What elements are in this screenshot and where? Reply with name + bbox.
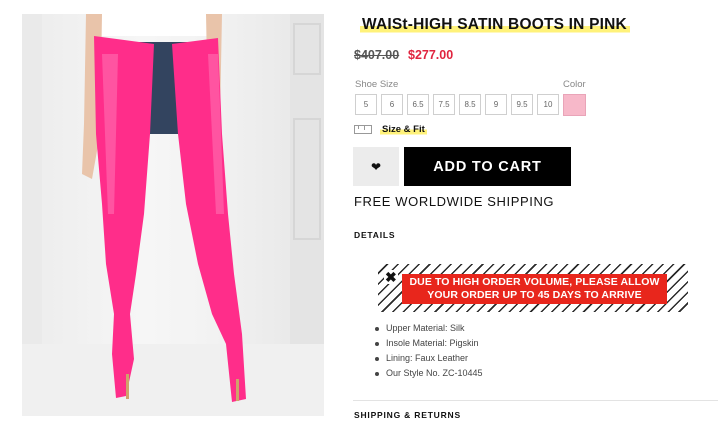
shoe-size-label: Shoe Size: [355, 79, 399, 90]
ruler-icon: [354, 125, 372, 134]
notice-line-2: YOUR ORDER UP TO 45 DAYS TO ARRIVE: [427, 289, 642, 301]
original-price: $407.00: [354, 48, 400, 62]
size-option[interactable]: 10: [537, 94, 559, 115]
product-photo-illustration: [22, 14, 324, 416]
list-item: Our Style No. ZC-10445: [375, 366, 483, 381]
size-option[interactable]: 8.5: [459, 94, 481, 115]
size-option[interactable]: 9: [485, 94, 507, 115]
add-to-cart-button[interactable]: ADD TO CART: [404, 147, 571, 186]
details-heading[interactable]: DETAILS: [354, 230, 395, 240]
size-fit-link[interactable]: Size & Fit: [354, 124, 427, 135]
size-option[interactable]: 5: [355, 94, 377, 115]
shipping-delay-notice: ✖ DUE TO HIGH ORDER VOLUME, PLEASE ALLOW…: [378, 264, 688, 312]
wishlist-button[interactable]: ❤: [353, 147, 399, 186]
size-option[interactable]: 6.5: [407, 94, 429, 115]
size-fit-label: Size & Fit: [380, 124, 427, 135]
color-label: Color: [563, 79, 586, 90]
product-specs-list: Upper Material: Silk Insole Material: Pi…: [375, 321, 483, 381]
size-selector: 5 6 6.5 7.5 8.5 9 9.5 10: [355, 94, 559, 115]
list-item: Upper Material: Silk: [375, 321, 483, 336]
product-title: WAISt-HIGH SATIN BOOTS IN PINK: [360, 16, 630, 34]
color-swatch-pink[interactable]: [563, 94, 586, 116]
product-image[interactable]: [22, 14, 324, 416]
section-divider: [353, 400, 718, 401]
shipping-returns-heading[interactable]: SHIPPING & RETURNS: [354, 410, 461, 420]
notice-text-box: DUE TO HIGH ORDER VOLUME, PLEASE ALLOW Y…: [402, 274, 667, 304]
list-item: Insole Material: Pigskin: [375, 336, 483, 351]
sale-price: $277.00: [408, 48, 454, 62]
wrench-icon: ✖: [384, 269, 398, 285]
heart-icon: ❤: [370, 159, 382, 174]
list-item: Lining: Faux Leather: [375, 351, 483, 366]
size-option[interactable]: 6: [381, 94, 403, 115]
size-option[interactable]: 9.5: [511, 94, 533, 115]
size-option[interactable]: 7.5: [433, 94, 455, 115]
free-shipping-note: FREE WORLDWIDE SHIPPING: [354, 194, 555, 209]
notice-line-1: DUE TO HIGH ORDER VOLUME, PLEASE ALLOW: [409, 276, 660, 288]
